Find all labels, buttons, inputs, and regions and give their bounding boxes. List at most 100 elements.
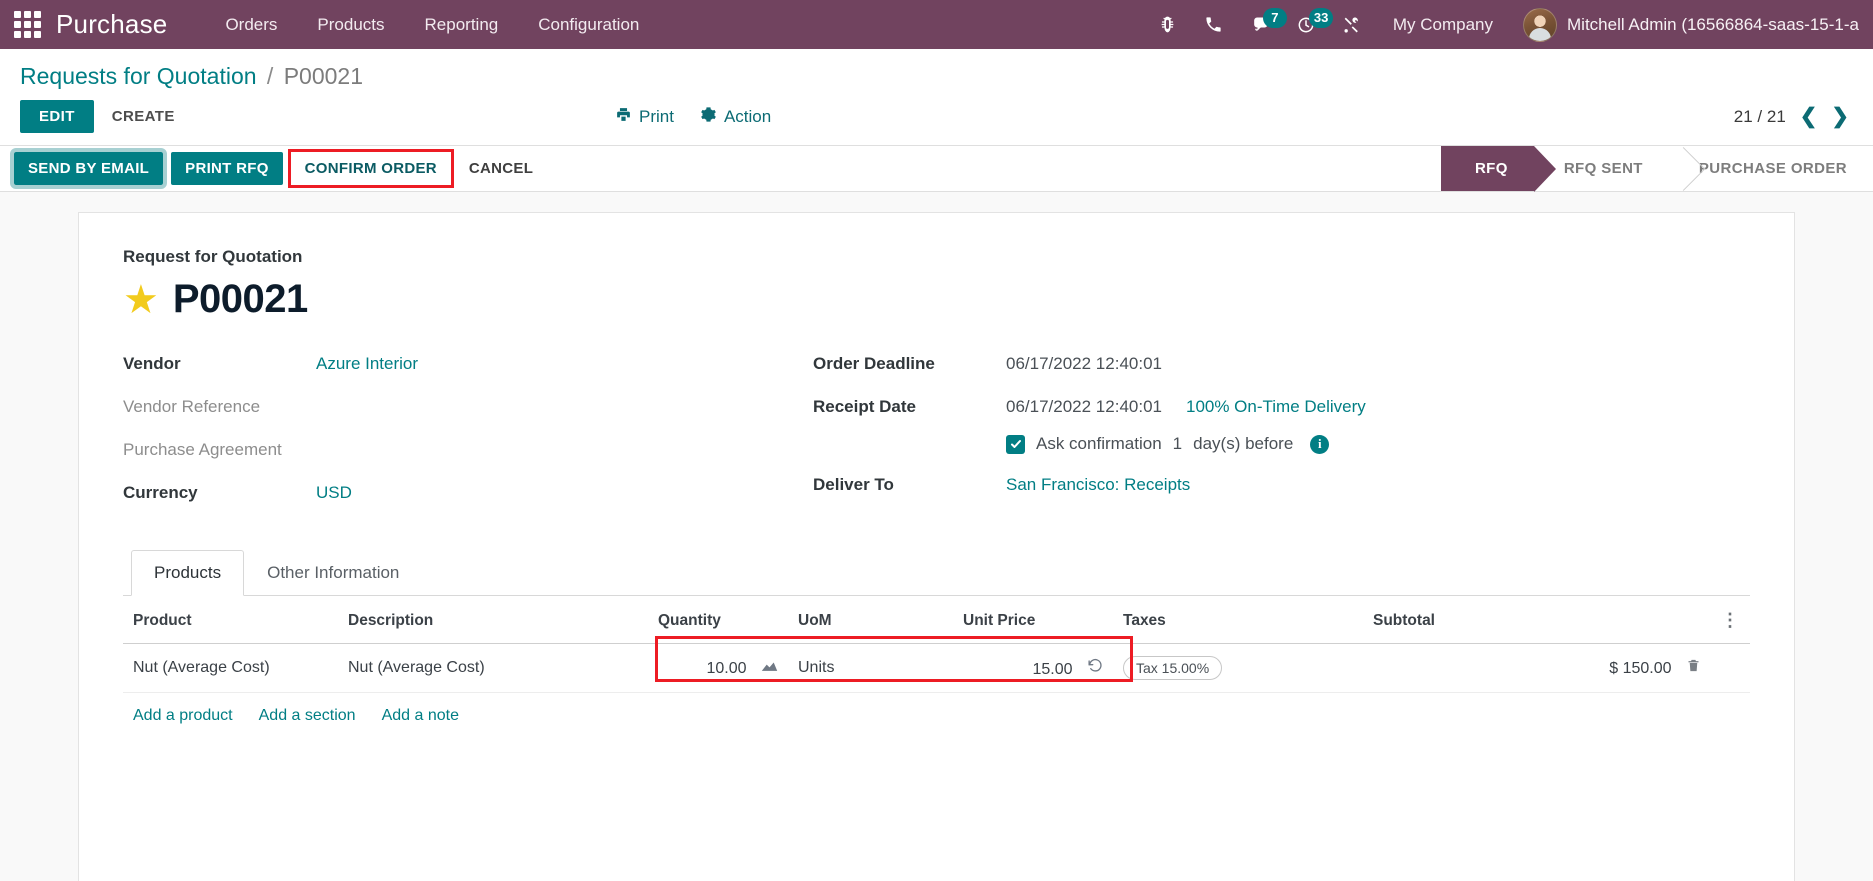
activities-clock-icon[interactable]: 33 bbox=[1283, 0, 1334, 49]
field-receipt-date-value[interactable]: 06/17/2022 12:40:01 bbox=[1006, 397, 1162, 417]
column-product[interactable]: Product bbox=[123, 596, 338, 644]
company-switcher[interactable]: My Company bbox=[1375, 9, 1511, 41]
print-button[interactable]: Print bbox=[615, 106, 674, 128]
control-panel: Requests for Quotation / P00021 EDIT CRE… bbox=[0, 49, 1873, 146]
page-title: P00021 bbox=[172, 277, 308, 321]
info-icon[interactable]: i bbox=[1310, 434, 1330, 454]
statusbar: SEND BY EMAIL PRINT RFQ CONFIRM ORDER CA… bbox=[0, 146, 1873, 192]
breadcrumb-root-link[interactable]: Requests for Quotation bbox=[20, 63, 257, 89]
chevron-left-icon[interactable]: ❮ bbox=[1800, 106, 1818, 127]
statusbar-buttons: SEND BY EMAIL PRINT RFQ CONFIRM ORDER CA… bbox=[9, 146, 543, 191]
app-brand-purchase[interactable]: Purchase bbox=[56, 9, 167, 40]
ask-confirmation-row: Ask confirmation 1 day(s) before i bbox=[1006, 434, 1750, 454]
cell-product[interactable]: Nut (Average Cost) bbox=[123, 643, 338, 693]
pager-value: 21 / 21 bbox=[1733, 106, 1786, 126]
table-header-row: Product Description Quantity UoM Unit Pr… bbox=[123, 596, 1750, 644]
form-columns: Vendor Azure Interior Vendor Reference P… bbox=[123, 354, 1750, 526]
cell-uom[interactable]: Units bbox=[788, 643, 953, 693]
stage-purchase-order[interactable]: PURCHASE ORDER bbox=[1669, 146, 1873, 191]
field-receipt-date: Receipt Date 06/17/2022 12:40:01 100% On… bbox=[813, 397, 1750, 419]
phone-icon[interactable] bbox=[1191, 0, 1237, 49]
printer-icon bbox=[615, 106, 632, 128]
on-time-delivery-badge[interactable]: 100% On-Time Delivery bbox=[1186, 397, 1366, 417]
user-name-label: Mitchell Admin (16566864-saas-15-1-a bbox=[1567, 14, 1859, 34]
print-label: Print bbox=[639, 106, 674, 126]
breadcrumb-separator: / bbox=[266, 63, 274, 89]
form-title-label: Request for Quotation bbox=[123, 247, 303, 266]
table-row[interactable]: Nut (Average Cost) Nut (Average Cost) 10… bbox=[123, 643, 1750, 693]
notebook-tabs: Products Other Information bbox=[123, 550, 1750, 596]
column-description[interactable]: Description bbox=[338, 596, 648, 644]
add-a-section-link[interactable]: Add a section bbox=[259, 707, 356, 725]
pager: 21 / 21 ❮ ❯ bbox=[1734, 106, 1853, 127]
field-currency-value[interactable]: USD bbox=[316, 483, 352, 503]
form-right-column: Order Deadline 06/17/2022 12:40:01 Recei… bbox=[813, 354, 1750, 526]
form-left-column: Vendor Azure Interior Vendor Reference P… bbox=[123, 354, 813, 526]
cell-subtotal: $ 150.00 bbox=[1363, 643, 1711, 693]
field-order-deadline-label: Order Deadline bbox=[813, 354, 935, 373]
field-vendor-value[interactable]: Azure Interior bbox=[316, 354, 418, 374]
field-deliver-to-label: Deliver To bbox=[813, 475, 894, 494]
field-vendor-label: Vendor bbox=[123, 354, 181, 373]
status-stages: RFQ RFQ SENT PURCHASE ORDER bbox=[1440, 146, 1873, 192]
trash-icon[interactable] bbox=[1686, 659, 1701, 677]
breadcrumb-current: P00021 bbox=[283, 63, 364, 89]
cancel-button[interactable]: CANCEL bbox=[459, 152, 543, 185]
stage-rfq-sent[interactable]: RFQ SENT bbox=[1534, 146, 1669, 191]
add-a-product-link[interactable]: Add a product bbox=[133, 707, 233, 725]
field-deliver-to-value[interactable]: San Francisco: Receipts bbox=[1006, 475, 1190, 495]
cell-quantity-value: 10.00 bbox=[706, 659, 747, 677]
field-order-deadline: Order Deadline 06/17/2022 12:40:01 bbox=[813, 354, 1750, 376]
cell-unit-price-value: 15.00 bbox=[1032, 660, 1073, 678]
stage-rfq[interactable]: RFQ bbox=[1440, 146, 1556, 192]
menu-configuration[interactable]: Configuration bbox=[518, 9, 659, 41]
bug-icon[interactable] bbox=[1145, 0, 1191, 49]
form-sheet: Request for Quotation ★ P00021 Vendor Az… bbox=[78, 212, 1795, 881]
forecast-report-icon[interactable] bbox=[761, 660, 778, 677]
order-lines-table: Product Description Quantity UoM Unit Pr… bbox=[123, 596, 1750, 693]
star-favorite-icon[interactable]: ★ bbox=[123, 280, 159, 320]
apps-grid-icon[interactable] bbox=[10, 8, 44, 42]
send-by-email-button[interactable]: SEND BY EMAIL bbox=[9, 148, 168, 189]
action-button[interactable]: Action bbox=[700, 106, 771, 128]
field-purchase-agreement: Purchase Agreement bbox=[123, 440, 813, 462]
field-order-deadline-value[interactable]: 06/17/2022 12:40:01 bbox=[1006, 354, 1162, 374]
tab-products[interactable]: Products bbox=[131, 550, 245, 596]
field-vendor-reference: Vendor Reference bbox=[123, 397, 813, 419]
column-uom[interactable]: UoM bbox=[788, 596, 953, 644]
confirm-order-button[interactable]: CONFIRM ORDER bbox=[287, 149, 454, 188]
developer-tools-icon[interactable] bbox=[1329, 0, 1375, 49]
column-taxes[interactable]: Taxes bbox=[1113, 596, 1363, 644]
edit-button[interactable]: EDIT bbox=[20, 100, 94, 133]
mid-actions: Print Action bbox=[615, 106, 771, 128]
field-vendor-reference-label: Vendor Reference bbox=[123, 397, 261, 416]
menu-products[interactable]: Products bbox=[297, 9, 404, 41]
menu-reporting[interactable]: Reporting bbox=[405, 9, 519, 41]
cell-subtotal-value: $ 150.00 bbox=[1609, 660, 1672, 677]
messages-icon[interactable]: 7 bbox=[1237, 0, 1287, 49]
user-menu[interactable]: Mitchell Admin (16566864-saas-15-1-a bbox=[1511, 7, 1859, 42]
optional-columns-icon[interactable]: ⋮ bbox=[1711, 596, 1750, 644]
cell-unit-price[interactable]: 15.00 bbox=[953, 643, 1113, 693]
menu-orders[interactable]: Orders bbox=[205, 9, 297, 41]
price-history-reset-icon[interactable] bbox=[1087, 658, 1103, 678]
cell-quantity[interactable]: 10.00 bbox=[648, 643, 788, 693]
cell-taxes[interactable]: Tax 15.00% bbox=[1113, 643, 1363, 693]
field-currency-label: Currency bbox=[123, 483, 198, 502]
create-button[interactable]: CREATE bbox=[94, 101, 193, 132]
chevron-right-icon[interactable]: ❯ bbox=[1831, 106, 1849, 127]
field-purchase-agreement-label: Purchase Agreement bbox=[123, 440, 282, 459]
print-rfq-button[interactable]: PRINT RFQ bbox=[171, 152, 283, 185]
add-line-links: Add a product Add a section Add a note bbox=[123, 693, 1750, 739]
column-subtotal[interactable]: Subtotal bbox=[1363, 596, 1711, 644]
column-quantity[interactable]: Quantity bbox=[648, 596, 788, 644]
record-actions-row: EDIT CREATE Print Action 21 / 21 ❮ ❯ bbox=[0, 92, 1873, 145]
ask-confirmation-days[interactable]: 1 bbox=[1173, 434, 1182, 454]
field-receipt-date-row: 06/17/2022 12:40:01 100% On-Time Deliver… bbox=[1006, 397, 1366, 417]
add-a-note-link[interactable]: Add a note bbox=[382, 707, 459, 725]
column-unit-price[interactable]: Unit Price bbox=[953, 596, 1113, 644]
avatar bbox=[1523, 7, 1557, 42]
tab-other-information[interactable]: Other Information bbox=[244, 550, 422, 596]
cell-description[interactable]: Nut (Average Cost) bbox=[338, 643, 648, 693]
ask-confirmation-checkbox[interactable] bbox=[1006, 434, 1025, 454]
